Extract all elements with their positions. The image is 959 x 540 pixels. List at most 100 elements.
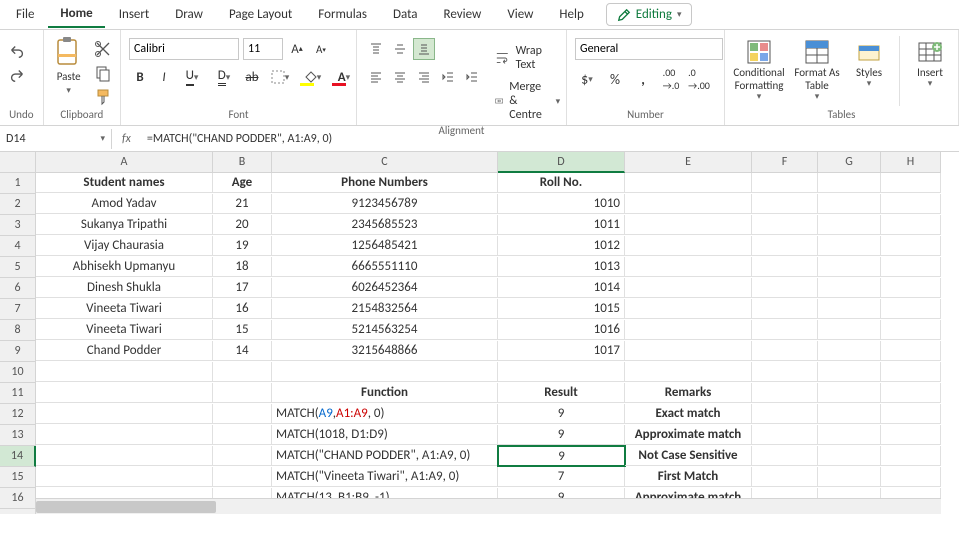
column-header-D[interactable]: D <box>498 152 625 173</box>
menu-review[interactable]: Review <box>432 2 494 27</box>
column-header-F[interactable]: F <box>752 152 818 173</box>
cell-C3[interactable]: 2345685523 <box>272 215 498 235</box>
cell-G12[interactable] <box>818 404 881 424</box>
menu-help[interactable]: Help <box>547 2 595 27</box>
row-header-15[interactable]: 15 <box>0 467 36 488</box>
row-header-1[interactable]: 1 <box>0 173 36 194</box>
format-painter-button[interactable] <box>94 88 112 106</box>
cell-F12[interactable] <box>752 404 818 424</box>
cell-C7[interactable]: 2154832564 <box>272 299 498 319</box>
cell-G4[interactable] <box>818 236 881 256</box>
cell-A10[interactable] <box>36 362 213 382</box>
cell-H15[interactable] <box>881 467 941 487</box>
number-format-select[interactable] <box>575 38 723 60</box>
column-header-G[interactable]: G <box>818 152 881 173</box>
select-all-corner[interactable] <box>0 152 36 173</box>
formula-input[interactable]: =MATCH("CHAND PODDER", A1:A9, 0) <box>141 129 959 149</box>
cell-C11[interactable]: Function <box>272 383 498 403</box>
cell-B12[interactable] <box>213 404 272 424</box>
cell-F7[interactable] <box>752 299 818 319</box>
cell-E4[interactable] <box>625 236 752 256</box>
cell-A12[interactable] <box>36 404 213 424</box>
row-header-8[interactable]: 8 <box>0 320 36 341</box>
cell-C1[interactable]: Phone Numbers <box>272 173 498 193</box>
cell-F3[interactable] <box>752 215 818 235</box>
cell-E11[interactable]: Remarks <box>625 383 752 403</box>
cell-B3[interactable]: 20 <box>213 215 272 235</box>
double-underline-button[interactable]: D ▾ <box>209 66 239 88</box>
cell-F1[interactable] <box>752 173 818 193</box>
cell-G7[interactable] <box>818 299 881 319</box>
cell-H3[interactable] <box>881 215 941 235</box>
cell-G10[interactable] <box>818 362 881 382</box>
cell-H7[interactable] <box>881 299 941 319</box>
increase-indent-button[interactable] <box>461 66 483 88</box>
cell-D3[interactable]: 1011 <box>498 215 625 235</box>
align-bottom-button[interactable] <box>413 38 435 60</box>
border-button[interactable]: ▾ <box>265 66 295 88</box>
cell-A6[interactable]: Dinesh Shukla <box>36 278 213 298</box>
row-header-6[interactable]: 6 <box>0 278 36 299</box>
styles-button[interactable]: Styles▾ <box>849 36 889 90</box>
fx-label[interactable]: fx <box>112 129 141 149</box>
cell-D4[interactable]: 1012 <box>498 236 625 256</box>
cell-A1[interactable]: Student names <box>36 173 213 193</box>
cell-E6[interactable] <box>625 278 752 298</box>
cell-C6[interactable]: 6026452364 <box>272 278 498 298</box>
column-header-A[interactable]: A <box>36 152 213 173</box>
cell-A14[interactable] <box>36 446 213 466</box>
row-header-9[interactable]: 9 <box>0 341 36 362</box>
cell-B2[interactable]: 21 <box>213 194 272 214</box>
row-header-7[interactable]: 7 <box>0 299 36 320</box>
decrease-font-button[interactable]: A▾ <box>311 39 331 59</box>
cell-F2[interactable] <box>752 194 818 214</box>
row-header-16[interactable]: 16 <box>0 488 36 509</box>
cell-G3[interactable] <box>818 215 881 235</box>
cell-C4[interactable]: 1256485421 <box>272 236 498 256</box>
cell-H4[interactable] <box>881 236 941 256</box>
menu-view[interactable]: View <box>495 2 545 27</box>
conditional-formatting-button[interactable]: Conditional Formatting▾ <box>733 36 785 103</box>
cell-H8[interactable] <box>881 320 941 340</box>
spreadsheet-grid[interactable]: ABCDEFGH1Student namesAgePhone NumbersRo… <box>0 152 959 514</box>
redo-button[interactable] <box>8 66 26 84</box>
cell-C12[interactable]: MATCH(A9, A1:A9, 0) <box>272 404 498 424</box>
cell-E8[interactable] <box>625 320 752 340</box>
menu-data[interactable]: Data <box>381 2 430 27</box>
paste-button[interactable]: Paste ▾ <box>52 34 86 96</box>
cell-H1[interactable] <box>881 173 941 193</box>
bold-button[interactable]: B <box>129 66 151 88</box>
italic-button[interactable]: I <box>153 66 175 88</box>
horizontal-scrollbar[interactable] <box>36 498 941 514</box>
row-header-11[interactable]: 11 <box>0 383 36 404</box>
cell-B10[interactable] <box>213 362 272 382</box>
cell-D1[interactable]: Roll No. <box>498 173 625 193</box>
underline-button[interactable]: U ▾ <box>177 66 207 88</box>
cell-A9[interactable]: Chand Podder <box>36 341 213 361</box>
cell-A8[interactable]: Vineeta Tiwari <box>36 320 213 340</box>
align-middle-button[interactable] <box>389 38 411 60</box>
menu-page-layout[interactable]: Page Layout <box>217 2 304 27</box>
cell-F4[interactable] <box>752 236 818 256</box>
decrease-decimal-button[interactable]: .0→.00 <box>687 68 711 90</box>
cell-E12[interactable]: Exact match <box>625 404 752 424</box>
merge-centre-button[interactable]: Merge & Centre ▾ <box>495 80 560 122</box>
cell-F13[interactable] <box>752 425 818 445</box>
currency-button[interactable]: $ ▾ <box>575 68 599 90</box>
align-right-button[interactable] <box>413 66 435 88</box>
format-as-table-button[interactable]: Format As Table▾ <box>791 36 843 103</box>
cell-B6[interactable]: 17 <box>213 278 272 298</box>
cell-B13[interactable] <box>213 425 272 445</box>
row-header-3[interactable]: 3 <box>0 215 36 236</box>
cell-E7[interactable] <box>625 299 752 319</box>
cell-B1[interactable]: Age <box>213 173 272 193</box>
menu-home[interactable]: Home <box>48 1 104 28</box>
cell-A4[interactable]: Vijay Chaurasia <box>36 236 213 256</box>
column-header-C[interactable]: C <box>272 152 498 173</box>
cell-G8[interactable] <box>818 320 881 340</box>
cell-D11[interactable]: Result <box>498 383 625 403</box>
cell-A15[interactable] <box>36 467 213 487</box>
cell-D7[interactable]: 1015 <box>498 299 625 319</box>
cell-E1[interactable] <box>625 173 752 193</box>
cell-B8[interactable]: 15 <box>213 320 272 340</box>
